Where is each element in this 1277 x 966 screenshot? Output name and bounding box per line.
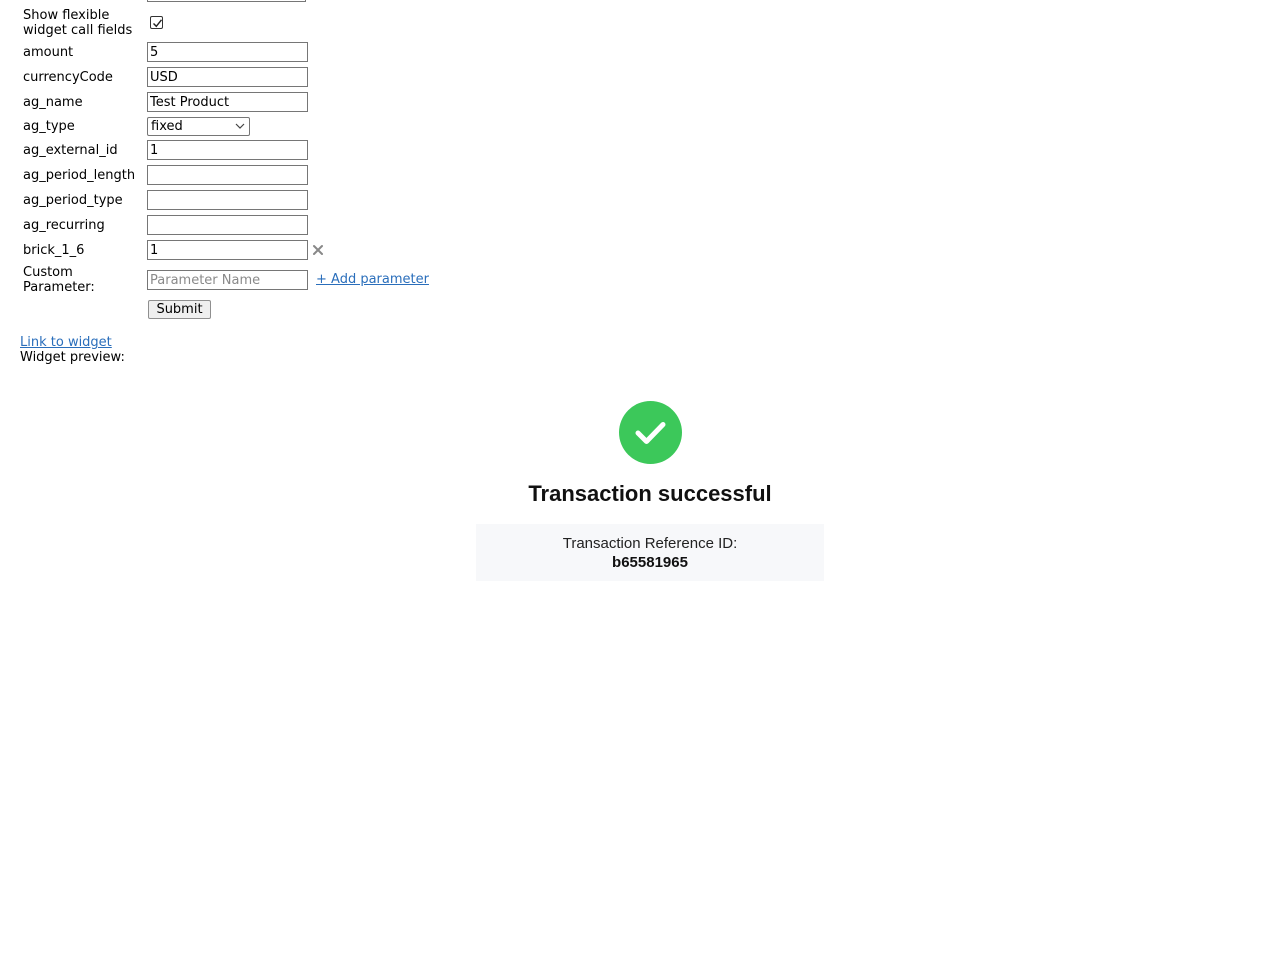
ag-type-selected-value: fixed — [151, 119, 183, 134]
ag-type-select[interactable]: fixed — [147, 117, 250, 136]
custom-parameter-input[interactable] — [147, 270, 308, 290]
ag-recurring-label: ag_recurring — [23, 218, 105, 233]
checkmark-icon — [153, 19, 163, 28]
brick-1-6-input[interactable] — [147, 240, 308, 260]
ag-recurring-input[interactable] — [147, 215, 308, 235]
widget-preview-label: Widget preview: — [20, 350, 125, 365]
transaction-reference-id: b65581965 — [612, 554, 688, 571]
close-icon[interactable] — [312, 244, 324, 256]
currency-code-label: currencyCode — [23, 70, 113, 85]
custom-parameter-label: Custom Parameter: — [23, 265, 95, 295]
ag-name-input[interactable] — [147, 92, 308, 112]
amount-input[interactable] — [147, 42, 308, 62]
currency-code-input[interactable] — [147, 67, 308, 87]
show-flexible-label: Show flexible widget call fields — [23, 8, 133, 38]
show-flexible-checkbox[interactable] — [150, 16, 163, 29]
ag-external-id-input[interactable] — [147, 140, 308, 160]
amount-label: amount — [23, 45, 74, 60]
ag-period-type-label: ag_period_type — [23, 193, 123, 208]
add-parameter-link[interactable]: + Add parameter — [316, 272, 429, 287]
transaction-reference-box: Transaction Reference ID: b65581965 — [476, 524, 824, 581]
submit-button[interactable]: Submit — [148, 300, 211, 319]
check-circle-icon — [635, 422, 666, 444]
ag-name-label: ag_name — [23, 95, 83, 110]
ag-period-length-input[interactable] — [147, 165, 308, 185]
previous-field-input[interactable] — [147, 0, 306, 2]
chevron-down-icon — [235, 123, 245, 129]
success-icon-circle — [619, 401, 682, 464]
ag-external-id-label: ag_external_id — [23, 143, 118, 158]
transaction-success-title: Transaction successful — [528, 481, 772, 506]
ag-period-length-label: ag_period_length — [23, 168, 136, 183]
ag-type-label: ag_type — [23, 119, 75, 134]
transaction-reference-label: Transaction Reference ID: — [562, 535, 738, 552]
ag-period-type-input[interactable] — [147, 190, 308, 210]
link-to-widget[interactable]: Link to widget — [20, 335, 112, 350]
brick-1-6-label: brick_1_6 — [23, 243, 85, 258]
